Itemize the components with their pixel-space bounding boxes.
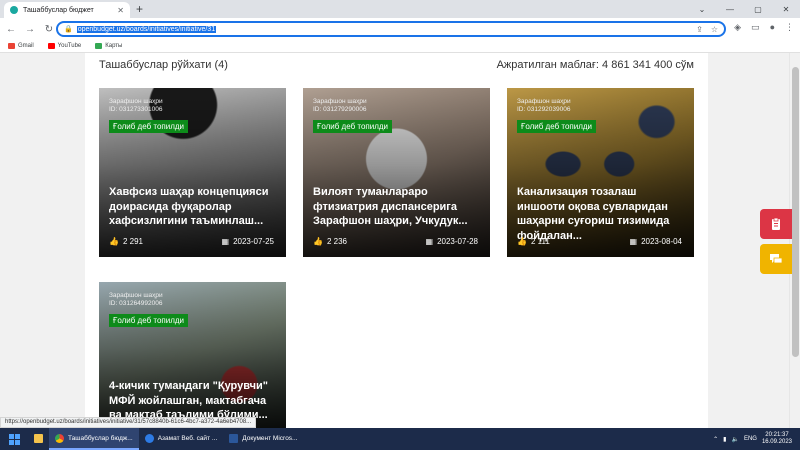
scrollbar-thumb[interactable] bbox=[792, 67, 799, 357]
card-title: Канализация тозалаш иншооти оқова сувлар… bbox=[517, 186, 670, 242]
calendar-icon: ▦ bbox=[221, 237, 230, 246]
windows-logo-icon bbox=[8, 433, 20, 445]
side-panel-icon[interactable]: ▭ bbox=[751, 22, 760, 33]
browser-tab[interactable]: Ташаббуслар бюджет ✕ bbox=[4, 2, 130, 18]
language-indicator[interactable]: ENG bbox=[744, 436, 757, 442]
tab-title: Ташаббуслар бюджет bbox=[23, 6, 94, 14]
bookmark-youtube[interactable]: YouTube bbox=[47, 43, 81, 49]
card-id: ID: 031292039006 bbox=[517, 106, 571, 113]
card-location: Зарафшон шаҳри bbox=[109, 292, 163, 299]
word-icon bbox=[229, 433, 239, 443]
youtube-icon bbox=[47, 43, 55, 49]
share-icon[interactable]: ⇪ bbox=[696, 25, 703, 34]
initiative-card[interactable]: Зарафшон шаҳри ID: 031279290006 Ғолиб де… bbox=[303, 88, 490, 257]
card-id: ID: 031264992006 bbox=[109, 300, 163, 307]
windows-taskbar: Ташаббуслар бюдж... Азамат Веб. сайт ...… bbox=[0, 428, 800, 450]
thumbs-up-icon: 👍 bbox=[313, 237, 323, 246]
bookmarks-bar: Gmail YouTube Карты bbox=[0, 40, 800, 53]
close-window-button[interactable]: ✕ bbox=[772, 5, 800, 14]
initiative-card[interactable]: Зарафшон шаҳри ID: 031292039006 Ғолиб де… bbox=[507, 88, 694, 257]
card-overlay bbox=[303, 88, 490, 257]
volume-icon[interactable]: 🔈 bbox=[731, 436, 738, 443]
chrome-icon bbox=[55, 433, 64, 443]
card-title: 4-кичик тумандаги "Қурувчи" МФЙ жойлашга… bbox=[109, 380, 268, 421]
maps-icon bbox=[95, 43, 103, 49]
browser-toolbar: ← → ↻ 🔒 openbudget.uz/boards/initiatives… bbox=[0, 18, 800, 40]
card-votes: 👍 2 236 bbox=[313, 237, 347, 246]
card-id: ID: 031273301006 bbox=[109, 106, 163, 113]
link-status-bar: https://openbudget.uz/boards/initiatives… bbox=[0, 417, 257, 428]
card-date: ▦ 2023-07-28 bbox=[425, 237, 478, 246]
clock[interactable]: 20:21:37 16.09.2023 bbox=[762, 432, 792, 446]
thumbs-up-icon: 👍 bbox=[517, 237, 527, 246]
apply-clipboard-button[interactable] bbox=[760, 209, 792, 239]
page-scrollbar[interactable] bbox=[789, 53, 800, 428]
winner-badge: Ғолиб деб топилди bbox=[517, 120, 597, 133]
lock-icon[interactable]: 🔒 bbox=[64, 25, 73, 33]
taskbar-chrome[interactable]: Ташаббуслар бюдж... bbox=[49, 428, 139, 450]
menu-icon[interactable]: ⋮ bbox=[785, 22, 794, 33]
page-viewport: Ташаббуслар рўйхати (4) Ажратилган мабла… bbox=[0, 53, 789, 428]
tray-chevron-icon[interactable]: ⌃ bbox=[713, 436, 718, 443]
back-button[interactable]: ← bbox=[3, 24, 19, 35]
winner-badge: Ғолиб деб топилди bbox=[109, 120, 189, 133]
bookmark-star-icon[interactable]: ☆ bbox=[711, 25, 718, 34]
forward-button[interactable]: → bbox=[22, 24, 38, 35]
card-votes: 👍 2 111 bbox=[517, 237, 550, 246]
card-location: Зарафшон шаҳри bbox=[313, 98, 367, 105]
card-id: ID: 031279290006 bbox=[313, 106, 367, 113]
start-button[interactable] bbox=[0, 428, 28, 450]
tab-search-icon[interactable]: ⌄ bbox=[688, 5, 716, 14]
url-text: openbudget.uz/boards/initiatives/initiat… bbox=[76, 25, 217, 33]
reload-button[interactable]: ↻ bbox=[41, 24, 57, 35]
site-favicon-icon bbox=[10, 6, 18, 14]
bookmark-gmail[interactable]: Gmail bbox=[8, 43, 34, 49]
thumbs-up-icon: 👍 bbox=[109, 237, 119, 246]
calendar-icon: ▦ bbox=[629, 237, 638, 246]
extensions-area: ◈ ▭ ● ⋮ bbox=[734, 22, 794, 33]
card-location: Зарафшон шаҳри bbox=[517, 98, 571, 105]
close-tab-icon[interactable]: ✕ bbox=[117, 6, 124, 15]
network-icon[interactable]: ▮ bbox=[723, 436, 726, 443]
bookmark-maps[interactable]: Карты bbox=[95, 43, 122, 49]
allocated-amount: Ажратилган маблағ: 4 861 341 400 сўм bbox=[496, 59, 694, 71]
profile-avatar[interactable]: ● bbox=[770, 22, 775, 33]
main-content: Ташаббуслар рўйхати (4) Ажратилган мабла… bbox=[85, 53, 708, 428]
card-votes: 👍 2 291 bbox=[109, 237, 143, 246]
maximize-button[interactable]: ▢ bbox=[744, 5, 772, 14]
gmail-icon bbox=[8, 43, 15, 49]
card-overlay bbox=[99, 88, 286, 257]
taskbar-explorer[interactable] bbox=[28, 428, 49, 450]
card-date: ▦ 2023-07-25 bbox=[221, 237, 274, 246]
address-bar[interactable]: 🔒 openbudget.uz/boards/initiatives/initi… bbox=[56, 21, 726, 37]
taskbar-browser2[interactable]: Азамат Веб. сайт ... bbox=[139, 428, 224, 450]
calendar-icon: ▦ bbox=[425, 237, 434, 246]
new-tab-button[interactable]: + bbox=[136, 2, 143, 16]
taskbar-word[interactable]: Документ Micros... bbox=[223, 428, 303, 450]
extension-icon[interactable]: ◈ bbox=[734, 22, 741, 33]
browser-icon bbox=[144, 433, 154, 443]
clipboard-icon bbox=[772, 217, 780, 230]
system-tray: ⌃ ▮ 🔈 ENG 20:21:37 16.09.2023 bbox=[713, 432, 800, 446]
minimize-button[interactable]: — bbox=[716, 5, 744, 14]
tab-strip: Ташаббуслар бюджет ✕ + ⌄ — ▢ ✕ bbox=[0, 0, 800, 18]
initiative-card[interactable]: Зарафшон шаҳри ID: 031273301006 Ғолиб де… bbox=[99, 88, 286, 257]
winner-badge: Ғолиб деб топилди bbox=[109, 314, 189, 327]
chat-icon bbox=[770, 254, 783, 264]
card-title: Вилоят туманлараро фтизиатрия диспансери… bbox=[313, 186, 468, 227]
window-controls: ⌄ — ▢ ✕ bbox=[688, 0, 800, 18]
initiative-card[interactable]: Зарафшон шаҳри ID: 031264992006 Ғолиб де… bbox=[99, 282, 286, 428]
card-location: Зарафшон шаҳри bbox=[109, 98, 163, 105]
explorer-icon bbox=[34, 433, 43, 443]
feedback-button[interactable] bbox=[760, 244, 792, 274]
initiatives-list-title: Ташаббуслар рўйхати (4) bbox=[99, 59, 228, 71]
card-title: Хавфсиз шаҳар концепцияси доирасида фуқа… bbox=[109, 186, 269, 227]
card-date: ▦ 2023-08-04 bbox=[629, 237, 682, 246]
winner-badge: Ғолиб деб топилди bbox=[313, 120, 393, 133]
